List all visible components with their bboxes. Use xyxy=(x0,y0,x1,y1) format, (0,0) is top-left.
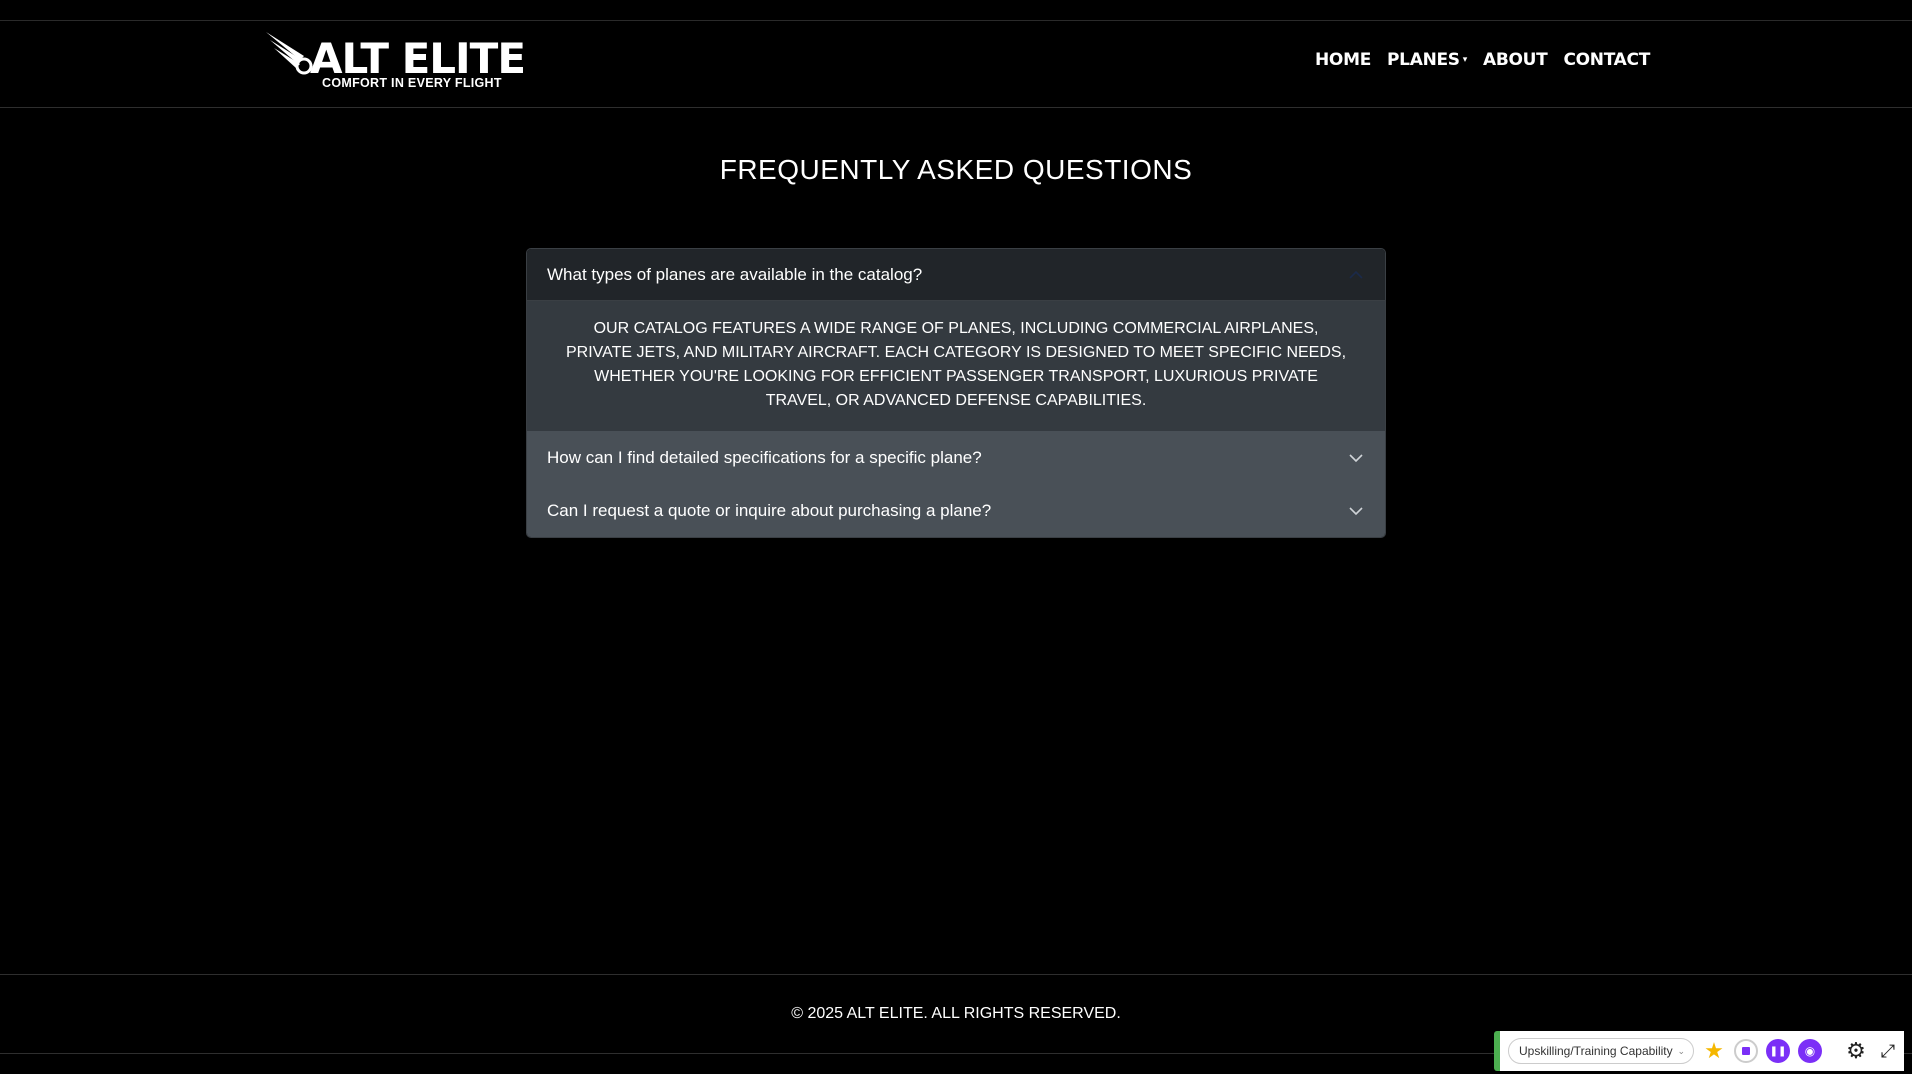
chevron-down-icon: ⌄ xyxy=(1677,1045,1685,1056)
pause-icon[interactable]: ❚❚ xyxy=(1766,1039,1790,1063)
caret-down-icon: ▾ xyxy=(1462,55,1468,65)
faq-item: What types of planes are available in th… xyxy=(527,249,1385,431)
faq-title: FREQUENTLY ASKED QUESTIONS xyxy=(719,154,1193,185)
faq-question: Can I request a quote or inquire about p… xyxy=(547,500,992,520)
nav-planes-label: PLANES xyxy=(1387,50,1460,70)
extension-toolbar: Upskilling/Training Capability ⌄ ★ ❚❚ ◉ … xyxy=(1494,1031,1904,1071)
chevron-down-icon xyxy=(1349,506,1363,515)
faq-answer: Our catalog features a wide range of pla… xyxy=(527,301,1385,431)
chevron-down-icon xyxy=(1349,453,1363,462)
capability-dropdown[interactable]: Upskilling/Training Capability ⌄ xyxy=(1508,1038,1694,1064)
faq-question: What types of planes are available in th… xyxy=(547,264,923,284)
gear-icon[interactable]: ⚙ xyxy=(1844,1038,1868,1063)
site-logo[interactable]: ALT ELITE COMFORT IN EVERY FLIGHT xyxy=(264,30,526,92)
record-icon[interactable] xyxy=(1734,1039,1758,1063)
main-nav: HOME PLANES ▾ ABOUT CONTACT xyxy=(1315,50,1650,70)
chevron-up-icon xyxy=(1349,270,1363,279)
nav-home[interactable]: HOME xyxy=(1315,50,1371,70)
capability-dropdown-value: Upskilling/Training Capability xyxy=(1519,1044,1673,1058)
star-icon[interactable]: ★ xyxy=(1702,1038,1726,1063)
faq-question-toggle[interactable]: Can I request a quote or inquire about p… xyxy=(527,484,1385,537)
nav-contact[interactable]: CONTACT xyxy=(1563,50,1650,70)
faq-item: How can I find detailed specifications f… xyxy=(527,431,1385,484)
brand-tagline: COMFORT IN EVERY FLIGHT xyxy=(322,76,502,90)
faq-question-toggle[interactable]: What types of planes are available in th… xyxy=(527,249,1385,301)
nav-planes[interactable]: PLANES ▾ xyxy=(1387,50,1467,70)
camera-icon[interactable]: ◉ xyxy=(1798,1039,1822,1063)
faq-accordion: What types of planes are available in th… xyxy=(526,248,1386,538)
copyright-text: © 2025 ALT ELITE. ALL RIGHTS RESERVED. xyxy=(791,1005,1121,1022)
faq-question-toggle[interactable]: How can I find detailed specifications f… xyxy=(527,431,1385,484)
faq-question: How can I find detailed specifications f… xyxy=(547,447,982,467)
nav-about[interactable]: ABOUT xyxy=(1483,50,1548,70)
faq-item: Can I request a quote or inquire about p… xyxy=(527,484,1385,537)
expand-icon[interactable]: ⤢ xyxy=(1876,1039,1900,1063)
